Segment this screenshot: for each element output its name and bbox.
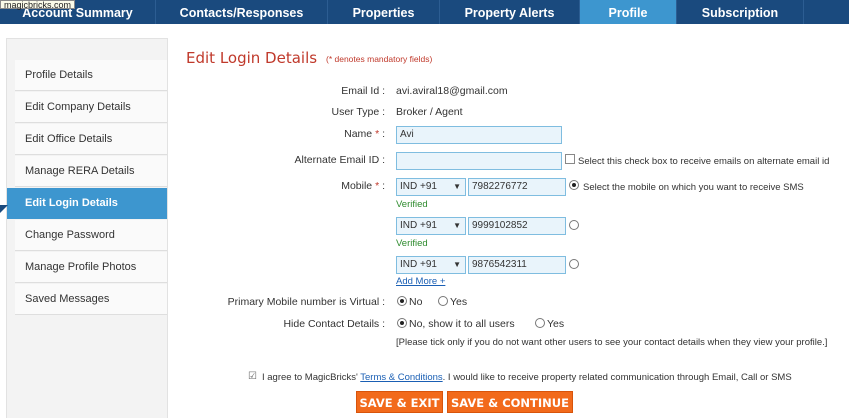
save-exit-button[interactable]: SAVE & EXIT: [356, 391, 443, 413]
sidebar-item-saved-messages[interactable]: Saved Messages: [15, 284, 167, 315]
add-more-mobile-link[interactable]: Add More +: [396, 276, 445, 287]
mobile-input-2[interactable]: 9999102852: [468, 217, 566, 235]
page-title: Edit Login Details: [186, 49, 318, 67]
mobile-label-text: Mobile: [341, 180, 373, 192]
email-label: Email Id :: [341, 85, 385, 97]
virtual-no-radio[interactable]: [397, 296, 407, 306]
agree-suffix: . I would like to receive property relat…: [442, 372, 792, 383]
mobile-sms-radio-1[interactable]: [569, 180, 579, 190]
country-code-select-3[interactable]: IND +91 ▼: [396, 256, 466, 274]
hide-no-label: No, show it to all users: [409, 318, 515, 330]
country-code-value: IND +91: [400, 181, 437, 192]
name-label: Name * :: [344, 128, 385, 140]
tab-profile[interactable]: Profile: [580, 0, 677, 30]
country-code-select-2[interactable]: IND +91 ▼: [396, 217, 466, 235]
tab-contacts-responses[interactable]: Contacts/Responses: [156, 0, 328, 24]
browser-tooltip: magicbricks.com: [0, 0, 76, 10]
tab-subscription[interactable]: Subscription: [677, 0, 804, 24]
dropdown-arrow-icon: ▼: [453, 221, 461, 230]
active-item-marker: [0, 205, 8, 213]
country-code-value: IND +91: [400, 259, 437, 270]
agree-text: I agree to MagicBricks' Terms & Conditio…: [262, 372, 792, 383]
sidebar-item-manage-rera-details[interactable]: Manage RERA Details: [15, 156, 167, 187]
alternate-email-input[interactable]: [396, 152, 562, 170]
terms-link[interactable]: Terms & Conditions: [360, 372, 442, 383]
country-code-value: IND +91: [400, 220, 437, 231]
name-input[interactable]: Avi: [396, 126, 562, 144]
sidebar-item-edit-office-details[interactable]: Edit Office Details: [15, 124, 167, 155]
hide-yes-label: Yes: [547, 318, 565, 330]
agree-prefix: I agree to MagicBricks': [262, 372, 358, 383]
mobile-label: Mobile * :: [341, 180, 385, 192]
sidebar-item-profile-details[interactable]: Profile Details: [15, 60, 167, 91]
verified-status-1: Verified: [396, 199, 428, 210]
virtual-yes-radio[interactable]: [438, 296, 448, 306]
mobile-sms-radio-2[interactable]: [569, 220, 579, 230]
sidebar-item-change-password[interactable]: Change Password: [15, 220, 167, 251]
save-continue-button[interactable]: SAVE & CONTINUE: [447, 391, 573, 413]
required-star: *: [375, 180, 380, 192]
top-navigation: Account Summary Contacts/Responses Prope…: [0, 0, 849, 30]
user-type-value: Broker / Agent: [396, 106, 463, 118]
mobile-input-3[interactable]: 9876542311: [468, 256, 566, 274]
sidebar-item-edit-login-details[interactable]: Edit Login Details: [7, 188, 167, 219]
alternate-email-label: Alternate Email ID :: [294, 154, 385, 166]
tab-property-alerts[interactable]: Property Alerts: [440, 0, 580, 24]
hide-contact-label: Hide Contact Details :: [283, 318, 385, 330]
country-code-select-1[interactable]: IND +91 ▼: [396, 178, 466, 196]
mobile-sms-radio-3[interactable]: [569, 259, 579, 269]
dropdown-arrow-icon: ▼: [453, 260, 461, 269]
profile-sidebar: Profile Details Edit Company Details Edi…: [6, 38, 168, 418]
virtual-no-label: No: [409, 296, 423, 308]
sidebar-item-edit-company-details[interactable]: Edit Company Details: [15, 92, 167, 123]
mobile-input-1[interactable]: 7982276772: [468, 178, 566, 196]
mandatory-note: (* denotes mandatory fields): [326, 54, 433, 64]
alternate-email-hint: Select this check box to receive emails …: [578, 156, 830, 167]
hide-no-radio[interactable]: [397, 318, 407, 328]
verified-status-2: Verified: [396, 238, 428, 249]
tab-properties[interactable]: Properties: [328, 0, 440, 24]
hide-yes-radio[interactable]: [535, 318, 545, 328]
email-value: avi.aviral18@gmail.com: [396, 85, 508, 97]
agree-checkbox[interactable]: ☑: [248, 371, 257, 382]
alternate-email-checkbox[interactable]: [565, 154, 575, 164]
name-label-text: Name: [344, 128, 373, 140]
dropdown-arrow-icon: ▼: [453, 182, 461, 191]
mobile-sms-hint: Select the mobile on which you want to r…: [583, 182, 804, 193]
user-type-label: User Type :: [331, 106, 386, 118]
hide-contact-note: [Please tick only if you do not want oth…: [396, 337, 828, 348]
virtual-mobile-label: Primary Mobile number is Virtual :: [227, 296, 385, 308]
virtual-yes-label: Yes: [450, 296, 468, 308]
sidebar-item-manage-profile-photos[interactable]: Manage Profile Photos: [15, 252, 167, 283]
edit-login-form: Edit Login Details (* denotes mandatory …: [170, 24, 849, 418]
required-star: *: [375, 128, 380, 140]
